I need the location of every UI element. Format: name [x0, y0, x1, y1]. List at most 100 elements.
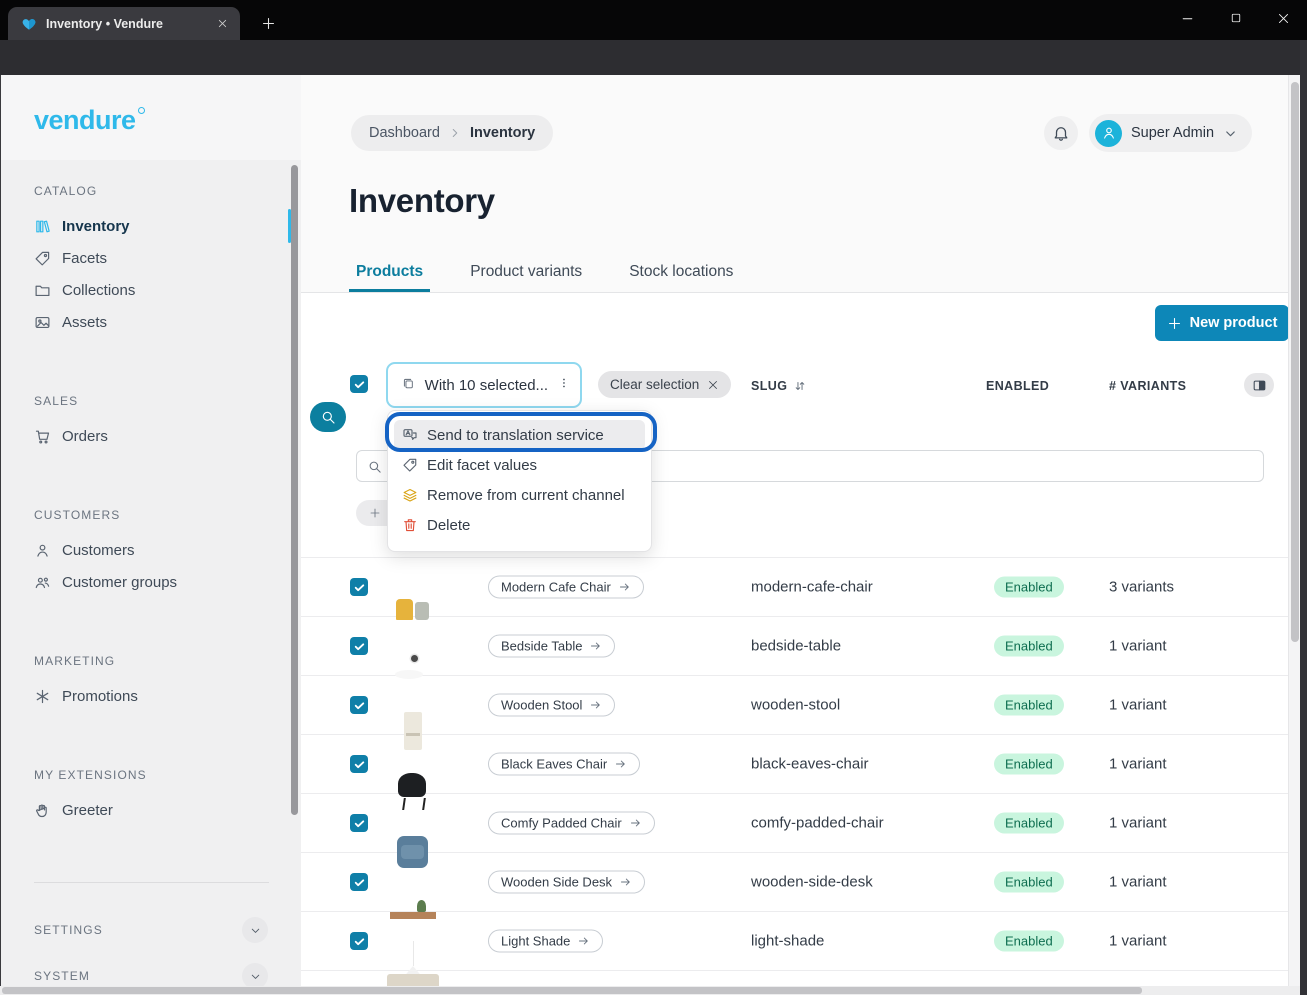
- horizontal-scrollbar[interactable]: [0, 986, 1300, 995]
- sidebar-section-label: MARKETING: [34, 654, 301, 668]
- tag-icon: [34, 250, 51, 267]
- clear-selection-button[interactable]: Clear selection: [598, 371, 731, 398]
- main-area: Dashboard Inventory Super Admin Inventor…: [301, 75, 1289, 995]
- tab-close-icon[interactable]: [212, 14, 232, 34]
- hand-icon: [34, 802, 51, 819]
- row-checkbox[interactable]: [350, 696, 368, 714]
- table-row: Wooden Side Desk wooden-side-desk Enable…: [301, 853, 1289, 912]
- sidebar-item-customers[interactable]: Customers: [34, 534, 301, 566]
- new-product-button[interactable]: New product: [1155, 305, 1289, 341]
- sidebar-section-label: CUSTOMERS: [34, 508, 301, 522]
- menu-item-delete[interactable]: Delete: [394, 510, 645, 540]
- product-name-link[interactable]: Black Eaves Chair: [488, 753, 640, 776]
- vendure-favicon: [21, 16, 37, 32]
- product-name-link[interactable]: Light Shade: [488, 930, 603, 953]
- person-icon: [34, 542, 51, 559]
- arrow-right-icon: [589, 640, 602, 653]
- row-checkbox[interactable]: [350, 932, 368, 950]
- product-slug: wooden-side-desk: [751, 874, 873, 891]
- sidebar-nav: CATALOG Inventory Facets Collections Ass…: [1, 160, 301, 995]
- horizontal-scrollbar-thumb[interactable]: [2, 987, 1142, 994]
- notifications-button[interactable]: [1044, 116, 1078, 150]
- copy-icon: [402, 377, 415, 394]
- sidebar: vendure CATALOG Inventory Facets Collect…: [1, 75, 301, 995]
- product-name-link[interactable]: Wooden Stool: [488, 694, 615, 717]
- sidebar-item-facets[interactable]: Facets: [34, 242, 301, 274]
- arrow-right-icon: [629, 817, 642, 830]
- menu-item-send-to-translation-service[interactable]: Send to translation service: [394, 420, 645, 450]
- user-avatar-icon: [1095, 120, 1122, 147]
- kebab-menu-icon[interactable]: [558, 377, 570, 393]
- menu-item-edit-facet-values[interactable]: Edit facet values: [394, 450, 645, 480]
- search-icon: [367, 459, 382, 474]
- people-icon: [34, 574, 51, 591]
- tab-product-variants[interactable]: Product variants: [463, 261, 589, 292]
- page-scrollbar-thumb[interactable]: [1291, 82, 1299, 642]
- sort-icon[interactable]: [793, 379, 807, 393]
- user-menu[interactable]: Super Admin: [1089, 114, 1252, 152]
- sidebar-item-orders[interactable]: Orders: [34, 420, 301, 452]
- product-slug: comfy-padded-chair: [751, 815, 884, 832]
- select-all-checkbox[interactable]: [350, 375, 368, 393]
- row-checkbox[interactable]: [350, 873, 368, 891]
- chevron-right-icon: [448, 126, 462, 140]
- tab-products[interactable]: Products: [349, 261, 430, 292]
- sidebar-item-greeter[interactable]: Greeter: [34, 794, 301, 826]
- sidebar-item-collections[interactable]: Collections: [34, 274, 301, 306]
- breadcrumb-inventory[interactable]: Inventory: [470, 125, 535, 141]
- sidebar-section: MARKETING Promotions: [34, 654, 301, 712]
- image-icon: [34, 314, 51, 331]
- sidebar-item-customer-groups[interactable]: Customer groups: [34, 566, 301, 598]
- chevron-down-icon[interactable]: [242, 917, 268, 943]
- row-checkbox[interactable]: [350, 755, 368, 773]
- close-icon: [707, 379, 719, 391]
- product-name-link[interactable]: Modern Cafe Chair: [488, 576, 644, 599]
- variant-count: 1 variant: [1109, 815, 1167, 832]
- sidebar-collapsed-settings[interactable]: SETTINGS: [34, 907, 301, 953]
- status-badge: Enabled: [994, 872, 1064, 893]
- arrow-right-icon: [589, 699, 602, 712]
- table-row: Bedside Table bedside-table Enabled 1 va…: [301, 617, 1289, 676]
- breadcrumb[interactable]: Dashboard Inventory: [351, 115, 553, 151]
- sidebar-section: MY EXTENSIONS Greeter: [34, 768, 301, 826]
- sidebar-scrollbar[interactable]: [291, 165, 298, 815]
- layers-icon: [402, 487, 418, 503]
- product-slug: light-shade: [751, 933, 824, 950]
- tab-stock-locations[interactable]: Stock locations: [622, 261, 740, 292]
- new-tab-button[interactable]: [256, 11, 280, 35]
- window-maximize-button[interactable]: [1221, 4, 1251, 32]
- sidebar-section-label: CATALOG: [34, 184, 301, 198]
- page-scrollbar[interactable]: [1288, 75, 1300, 986]
- sidebar-item-assets[interactable]: Assets: [34, 306, 301, 338]
- window-minimize-button[interactable]: [1172, 4, 1202, 32]
- table-row: Wooden Stool wooden-stool Enabled 1 vari…: [301, 676, 1289, 735]
- product-name-link[interactable]: Bedside Table: [488, 635, 615, 658]
- folder-icon: [34, 282, 51, 299]
- chevron-down-icon: [1223, 126, 1238, 141]
- product-name-link[interactable]: Wooden Side Desk: [488, 871, 645, 894]
- with-selected-button[interactable]: With 10 selected...: [386, 362, 582, 408]
- user-name: Super Admin: [1131, 125, 1214, 141]
- window-close-button[interactable]: [1268, 4, 1298, 32]
- row-checkbox[interactable]: [350, 578, 368, 596]
- column-header-slug[interactable]: SLUG: [751, 379, 807, 393]
- tabs: Products Product variants Stock location…: [301, 261, 1289, 293]
- variant-count: 1 variant: [1109, 756, 1167, 773]
- row-checkbox[interactable]: [350, 637, 368, 655]
- search-icon: [320, 409, 336, 425]
- vendure-admin-app: vendure CATALOG Inventory Facets Collect…: [0, 75, 1300, 995]
- browser-tab[interactable]: Inventory • Vendure: [8, 7, 240, 40]
- sidebar-item-inventory[interactable]: Inventory: [34, 210, 301, 242]
- product-name-link[interactable]: Comfy Padded Chair: [488, 812, 655, 835]
- sidebar-divider: [34, 882, 269, 883]
- sidebar-item-promotions[interactable]: Promotions: [34, 680, 301, 712]
- cart-icon: [34, 428, 51, 445]
- breadcrumb-dashboard[interactable]: Dashboard: [369, 125, 440, 141]
- translate-icon: [402, 427, 418, 443]
- tab-title: Inventory • Vendure: [46, 17, 212, 31]
- menu-item-remove-from-current-channel[interactable]: Remove from current channel: [394, 480, 645, 510]
- book-icon: [34, 218, 51, 235]
- column-settings-button[interactable]: [1244, 373, 1274, 397]
- bulk-actions-menu: Send to translation service Edit facet v…: [387, 410, 652, 552]
- row-checkbox[interactable]: [350, 814, 368, 832]
